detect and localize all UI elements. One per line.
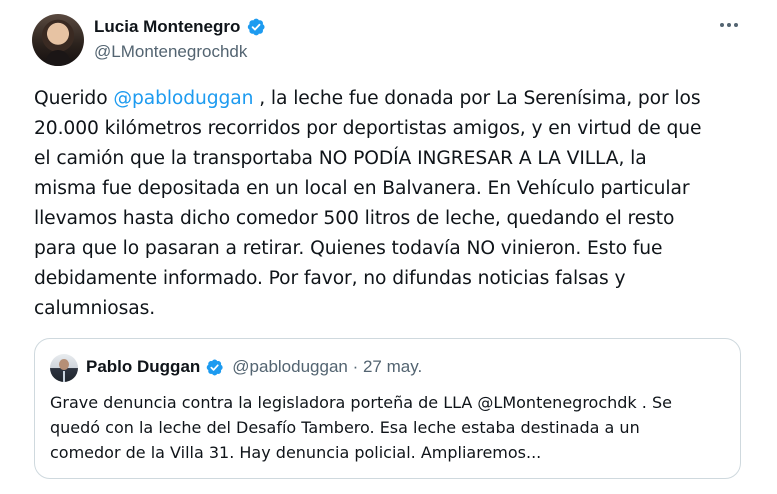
tweet-line: misma fue depositada en un local en Balv…: [34, 178, 690, 199]
quoted-line: comedor de la Villa 31. Hay denuncia pol…: [50, 443, 542, 462]
author-avatar[interactable]: [32, 14, 84, 66]
quoted-author-avatar[interactable]: [50, 354, 78, 382]
quoted-header: Pablo Duggan @pabloduggan · 27 may.: [86, 357, 422, 377]
quoted-tweet-text: Grave denuncia contra la legisladora por…: [50, 390, 730, 465]
tweet-line-post: , la leche fue donada por La Serenísima,…: [253, 88, 701, 109]
more-options-icon[interactable]: [718, 14, 740, 36]
tweet-line: 20.000 kilómetros recorridos por deporti…: [34, 118, 702, 139]
dot: [734, 23, 738, 27]
dot: [727, 23, 731, 27]
dot: [720, 23, 724, 27]
quoted-line: quedó con la leche del Desafío Tambero. …: [50, 418, 640, 437]
tweet-line: para que lo pasaran a retirar. Quienes t…: [34, 238, 663, 259]
tweet-line: Querido @pabloduggan , la leche fue dona…: [34, 84, 734, 114]
tweet-text: Querido @pabloduggan , la leche fue dona…: [34, 84, 734, 324]
verified-badge-icon: [248, 18, 265, 36]
tweet-line: calumniosas.: [34, 298, 156, 319]
author-header: Lucia Montenegro: [94, 17, 266, 37]
tweet-line: el camión que la transportaba NO PODÍA I…: [34, 148, 647, 169]
quoted-tweet-card[interactable]: Pablo Duggan @pabloduggan · 27 may. Grav…: [34, 338, 741, 479]
quoted-line: Grave denuncia contra la legisladora por…: [50, 393, 672, 412]
mention-link[interactable]: @pabloduggan: [113, 88, 253, 109]
verified-badge-icon: [207, 359, 223, 375]
tweet-line-pre: Querido: [34, 88, 114, 109]
tweet-line: llevamos hasta dicho comedor 500 litros …: [34, 208, 675, 229]
author-handle[interactable]: @LMontenegrochdk: [94, 42, 247, 62]
quoted-handle-and-date[interactable]: @pabloduggan · 27 may.: [232, 357, 422, 377]
tweet-line: debidamente informado. Por favor, no dif…: [34, 268, 626, 289]
author-name[interactable]: Lucia Montenegro: [94, 17, 240, 37]
tweet: Lucia Montenegro @LMontenegrochdk Querid…: [0, 0, 777, 494]
quoted-author-name[interactable]: Pablo Duggan: [86, 357, 200, 377]
